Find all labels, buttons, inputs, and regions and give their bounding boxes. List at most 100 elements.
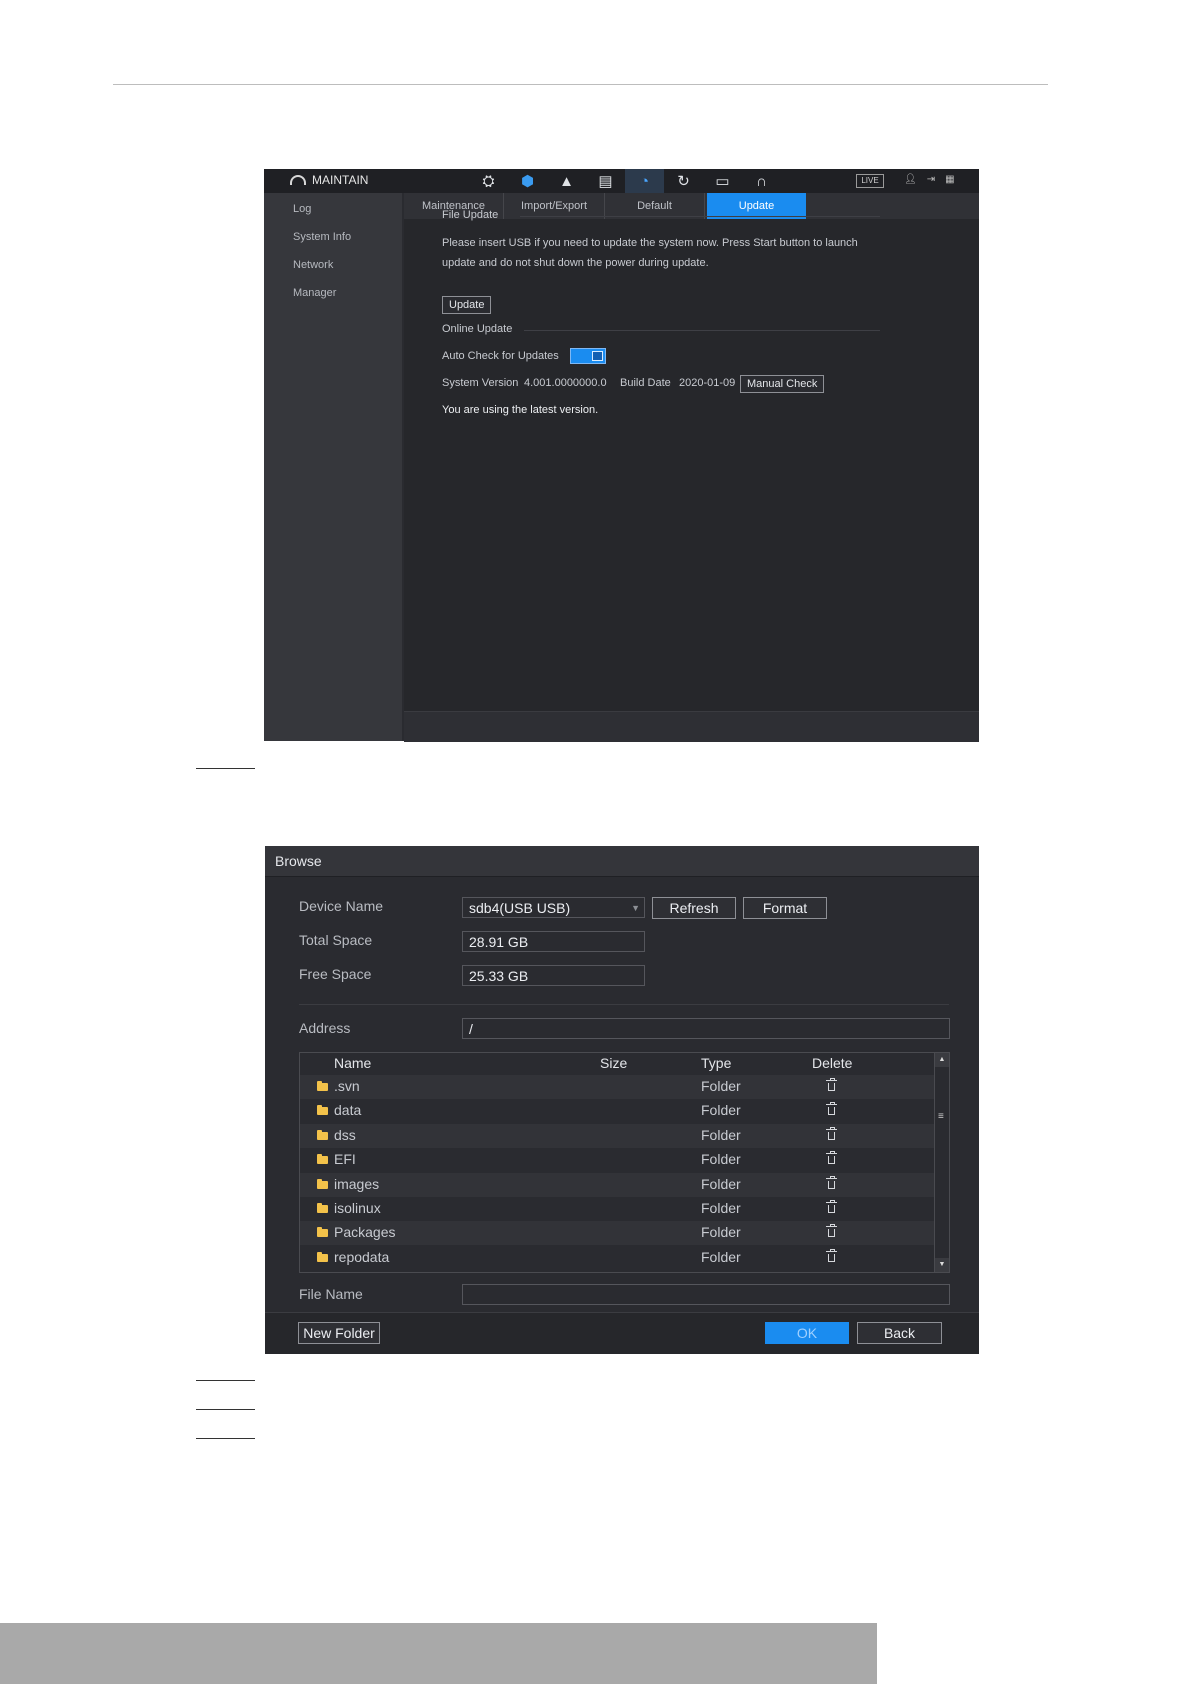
maintain-title-label: MAINTAIN bbox=[312, 173, 369, 187]
column-type[interactable]: Type bbox=[701, 1055, 731, 1071]
file-type-cell: Folder bbox=[701, 1175, 741, 1192]
logout-icon[interactable]: ⇥ bbox=[927, 174, 935, 185]
camera-reel-icon[interactable]: ⛭ bbox=[469, 169, 508, 193]
dialog-footer: New Folder OK Back bbox=[265, 1312, 979, 1354]
back-button[interactable]: Back bbox=[857, 1322, 942, 1344]
file-type-cell: Folder bbox=[701, 1126, 741, 1143]
user-controls: 👤︎ ⇥ ▦ bbox=[904, 174, 955, 185]
new-folder-button[interactable]: New Folder bbox=[298, 1322, 380, 1344]
trash-icon[interactable] bbox=[826, 1126, 837, 1140]
trash-icon[interactable] bbox=[826, 1200, 837, 1213]
free-space-label: Free Space bbox=[299, 966, 372, 982]
total-space-label: Total Space bbox=[299, 932, 373, 948]
manual-check-button[interactable]: Manual Check bbox=[740, 375, 825, 393]
file-name-cell: data bbox=[334, 1102, 362, 1119]
refresh-button[interactable]: Refresh bbox=[652, 897, 736, 919]
step-marker bbox=[196, 1409, 255, 1410]
file-type-cell: Folder bbox=[701, 1224, 741, 1241]
maintain-gauge-icon[interactable]: ◔ bbox=[625, 169, 664, 193]
file-type-cell: Folder bbox=[701, 1078, 741, 1094]
bottom-strip bbox=[404, 711, 979, 742]
file-type-cell: Folder bbox=[701, 1248, 741, 1265]
folder-icon bbox=[317, 1251, 328, 1262]
folder-icon bbox=[317, 1178, 328, 1189]
file-name-cell: dss bbox=[334, 1126, 356, 1143]
trash-icon[interactable] bbox=[826, 1224, 837, 1238]
table-row[interactable]: dss Folder bbox=[300, 1123, 934, 1148]
system-version-label: System Version bbox=[442, 377, 519, 389]
online-update-title: Online Update bbox=[442, 323, 513, 335]
table-row[interactable]: .svn Folder bbox=[300, 1075, 934, 1099]
shield-icon[interactable]: ⬢ bbox=[508, 169, 547, 193]
toggle-knob bbox=[592, 351, 603, 361]
section-divider bbox=[524, 330, 880, 331]
trash-icon[interactable] bbox=[826, 1078, 837, 1091]
sidebar-item-log[interactable]: Log bbox=[264, 195, 402, 223]
device-name-label: Device Name bbox=[299, 898, 384, 914]
headset-icon[interactable]: ∩ bbox=[742, 169, 781, 193]
address-input[interactable]: / bbox=[462, 1018, 950, 1039]
sidebar-item-network[interactable]: Network bbox=[264, 251, 402, 279]
file-name-cell: repodata bbox=[334, 1248, 390, 1265]
column-delete: Delete bbox=[812, 1055, 853, 1071]
update-button[interactable]: Update bbox=[442, 296, 492, 314]
format-button[interactable]: Format bbox=[743, 897, 827, 919]
trash-icon[interactable] bbox=[826, 1248, 837, 1262]
ok-button[interactable]: OK bbox=[765, 1322, 849, 1344]
device-name-select[interactable]: sdb4(USB USB) ▼ bbox=[462, 897, 645, 918]
sidebar-item-system-info[interactable]: System Info bbox=[264, 223, 402, 251]
file-type-cell: Folder bbox=[701, 1151, 741, 1168]
refresh-icon[interactable]: ↻ bbox=[664, 169, 703, 193]
column-name[interactable]: Name bbox=[334, 1055, 371, 1071]
step-marker bbox=[196, 768, 255, 769]
scroll-down-icon[interactable]: ▼ bbox=[935, 1258, 949, 1272]
sidebar-item-manager[interactable]: Manager bbox=[264, 279, 402, 307]
free-space-field: 25.33 GB bbox=[462, 965, 645, 986]
layout-icon[interactable]: ▦ bbox=[945, 174, 954, 185]
table-row[interactable]: Packages Folder bbox=[300, 1221, 934, 1246]
folder-icon bbox=[317, 1227, 328, 1238]
alarm-bell-icon[interactable]: ▲ bbox=[547, 169, 586, 193]
file-type-cell: Folder bbox=[701, 1200, 741, 1216]
browse-dialog: Browse Device Name sdb4(USB USB) ▼ Refre… bbox=[265, 846, 979, 1354]
live-button[interactable]: LIVE bbox=[856, 174, 884, 188]
device-name-value: sdb4(USB USB) bbox=[469, 900, 571, 916]
folder-icon bbox=[317, 1154, 328, 1165]
table-row[interactable]: isolinux Folder bbox=[300, 1197, 934, 1221]
table-row[interactable]: images Folder bbox=[300, 1172, 934, 1197]
chevron-down-icon: ▼ bbox=[631, 903, 640, 913]
file-name-cell: EFI bbox=[334, 1151, 356, 1168]
file-name-cell: isolinux bbox=[334, 1200, 381, 1216]
user-icon[interactable]: 👤︎ bbox=[904, 174, 917, 185]
scroll-up-icon[interactable]: ▲ bbox=[935, 1053, 949, 1067]
storage-icon[interactable]: ▤ bbox=[586, 169, 625, 193]
table-row[interactable]: EFI Folder bbox=[300, 1148, 934, 1172]
trash-icon[interactable] bbox=[826, 1175, 837, 1189]
maintain-sidebar: Log System Info Network Manager bbox=[264, 193, 402, 741]
step-marker bbox=[196, 1380, 255, 1381]
auto-check-toggle[interactable] bbox=[570, 348, 606, 364]
file-type-cell: Folder bbox=[701, 1102, 741, 1119]
file-name-cell: .svn bbox=[334, 1078, 360, 1094]
trash-icon[interactable] bbox=[826, 1102, 837, 1116]
folder-icon bbox=[317, 1203, 328, 1213]
gauge-icon bbox=[290, 175, 306, 185]
file-name-input[interactable] bbox=[462, 1284, 950, 1305]
table-row[interactable]: repodata Folder bbox=[300, 1246, 934, 1270]
table-scrollbar[interactable]: ▲ ≡ ▼ bbox=[934, 1053, 949, 1272]
file-name-cell: images bbox=[334, 1175, 380, 1192]
table-row[interactable]: data Folder bbox=[300, 1099, 934, 1123]
update-status-text: You are using the latest version. bbox=[442, 404, 599, 416]
folder-icon bbox=[317, 1105, 328, 1116]
maintain-content: Maintenance Import/Export Default Update… bbox=[404, 193, 979, 742]
scroll-grip-icon[interactable]: ≡ bbox=[938, 1111, 944, 1122]
column-size[interactable]: Size bbox=[600, 1055, 627, 1071]
file-update-title: File Update bbox=[442, 209, 499, 221]
address-label: Address bbox=[299, 1020, 351, 1036]
section-divider bbox=[520, 216, 880, 217]
folder-icon bbox=[317, 1129, 328, 1140]
trash-icon[interactable] bbox=[826, 1151, 837, 1165]
display-icon[interactable]: ▭ bbox=[703, 169, 742, 193]
build-date-value: 2020-01-09 bbox=[679, 377, 736, 389]
file-name-label: File Name bbox=[299, 1286, 363, 1302]
